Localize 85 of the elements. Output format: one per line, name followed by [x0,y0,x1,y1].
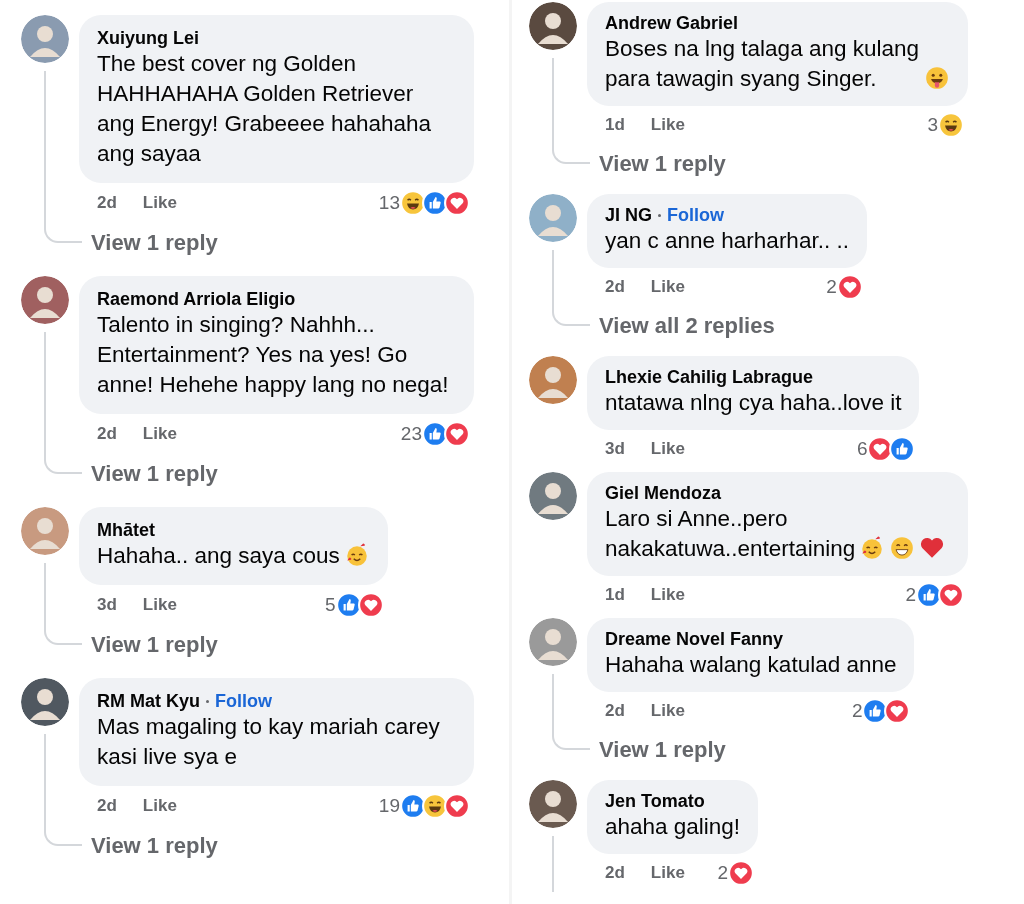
comment-text: The best cover ng Golden HAHHAHAHA Golden Retriever ang Energy! Grabeeee hahahaha ang sayaa [97,51,432,166]
like-link[interactable]: Like [142,424,177,444]
avatar[interactable] [529,780,577,828]
tongue-face-icon [924,65,950,91]
like-link[interactable]: Like [650,277,685,297]
commenter-name[interactable]: JI NG [605,204,652,226]
comment-text: ahaha galing! [605,814,741,839]
comment-time[interactable]: 1d [605,115,625,135]
love-reaction-icon [444,793,470,819]
like-reaction-icon [400,793,426,819]
comment-time[interactable]: 1d [605,585,625,605]
reaction-count[interactable]: 23 [400,423,422,445]
comment-time[interactable]: 2d [605,701,625,721]
like-link[interactable]: Like [650,585,685,605]
comment-time[interactable]: 3d [605,439,625,459]
like-link[interactable]: Like [650,701,685,721]
dot-separator [206,699,209,703]
comment-text: Mas magaling to kay mariah carey kasi live sya e [97,714,440,769]
reaction-count[interactable]: 2 [905,584,916,606]
commenter-name[interactable]: Raemond Arriola Eligio [97,288,296,310]
haha-reaction-icon [422,793,448,819]
comment-text: Boses na lng talaga ang kulang para tawagin syang Singer. [605,35,920,93]
commenter-name[interactable]: Dreame Novel Fanny [605,628,784,650]
love-reaction-icon [938,582,964,608]
love-reaction-icon [444,421,470,447]
haha-reaction-icon [400,190,426,216]
comment-text: Hahaha walang katulad anne [605,652,897,677]
love-reaction-icon [444,190,470,216]
view-replies-link[interactable]: View 1 reply [79,826,218,866]
reaction-count[interactable]: 3 [927,114,938,136]
love-reaction-icon [728,860,755,886]
follow-link[interactable]: Follow [215,690,272,712]
commenter-name[interactable]: Lhexie Cahilig Labrague [605,366,814,388]
dot-separator [658,213,661,217]
like-reaction-icon [889,436,916,462]
view-replies-link[interactable]: View 1 reply [79,625,218,665]
commenter-name[interactable]: Jen Tomato [605,790,705,812]
view-replies-link[interactable]: View 1 reply [79,454,218,494]
reaction-count[interactable]: 19 [378,795,400,817]
love-reaction-icon [357,592,384,618]
like-reaction-icon [422,421,448,447]
love-reaction-icon [884,698,911,724]
commenter-name[interactable]: Xuiyung Lei [97,27,199,49]
commenter-name[interactable]: Giel Mendoza [605,482,721,504]
view-replies-link[interactable]: View 1 reply [79,223,218,263]
like-link[interactable]: Like [650,115,685,135]
comment-time[interactable]: 2d [605,277,625,297]
commenter-name[interactable]: Andrew Gabriel [605,12,739,34]
comment-text: ntatawa nlng cya haha..love it [605,390,902,415]
comment-text: Laro si Anne..pero nakakatuwa..entertaining [605,506,856,561]
comment-time[interactable]: 2d [97,424,117,444]
avatar[interactable] [21,276,69,324]
like-link[interactable]: Like [142,595,177,615]
like-link[interactable]: Like [650,439,685,459]
love-reaction-icon [836,274,863,300]
like-reaction-icon [916,582,942,608]
commenter-name[interactable]: Mhātet [97,519,155,541]
avatar[interactable] [529,2,577,50]
reaction-count[interactable]: 6 [856,438,868,460]
comment-time[interactable]: 2d [605,863,625,883]
grinning-face-icon [889,535,916,561]
like-reaction-icon [335,592,362,618]
view-replies-link[interactable]: View 1 reply [587,730,726,770]
reaction-count[interactable]: 5 [325,594,336,616]
reaction-count[interactable]: 13 [378,192,400,214]
follow-link[interactable]: Follow [667,204,724,226]
like-link[interactable]: Like [142,796,177,816]
comment-text: yan c anne harharhar.. .. [605,228,849,253]
view-replies-link[interactable]: View all 2 replies [587,306,775,346]
comment-time[interactable]: 2d [97,193,117,213]
like-link[interactable]: Like [142,193,177,213]
like-reaction-icon [422,190,448,216]
comment-text: Hahaha.. ang saya cous [97,542,340,570]
reaction-count[interactable]: 2 [851,700,863,722]
avatar[interactable] [21,678,69,726]
comment-time[interactable]: 2d [97,796,117,816]
haha-reaction-icon [938,112,964,138]
commenter-name[interactable]: RM Mat Kyu [97,690,200,712]
avatar[interactable] [529,472,577,520]
reaction-count[interactable]: 2 [826,276,837,298]
reaction-count[interactable]: 2 [717,862,729,884]
like-link[interactable]: Like [650,863,685,883]
comment-text: Talento in singing? Nahhh... Entertainment? Yes na yes! Go anne! Hehehe happy lang no nega! [97,312,449,397]
view-replies-link[interactable]: View 1 reply [587,144,726,184]
comment-time[interactable]: 3d [97,595,117,615]
